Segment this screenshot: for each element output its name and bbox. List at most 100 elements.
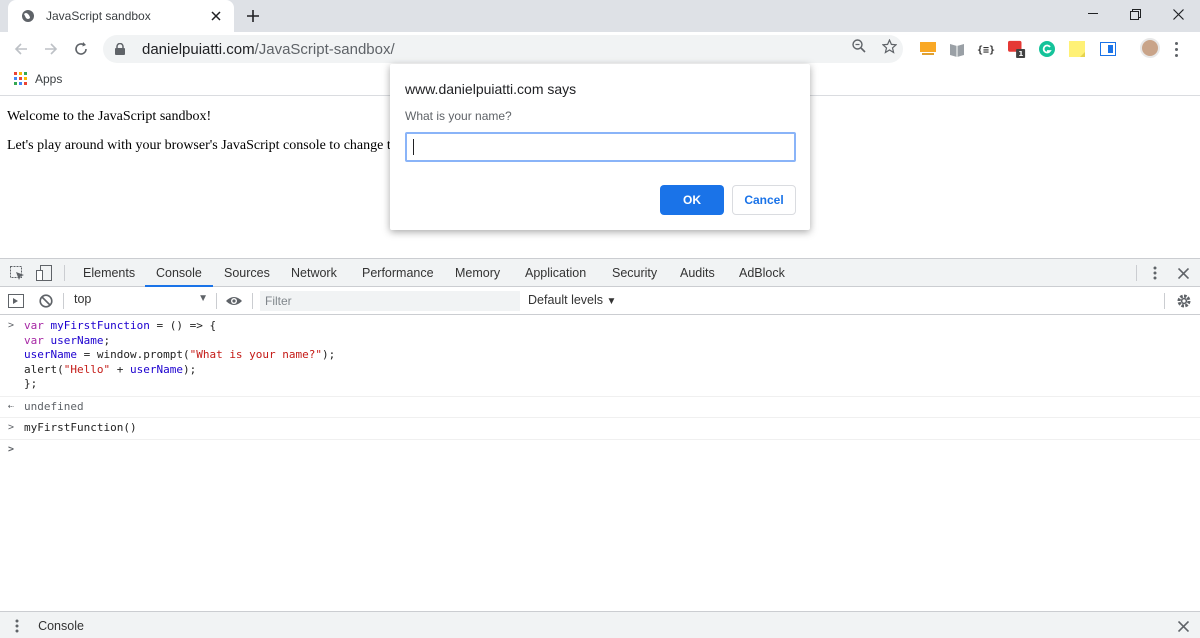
code-text: + [110,362,130,376]
code-line: userName = window.prompt("What is your n… [24,348,1200,363]
filter-input[interactable] [260,291,520,311]
tab-audits[interactable]: Audits [680,259,715,287]
code-line: var userName; [24,334,1200,349]
extension-reader-icon[interactable] [948,40,966,58]
console-prompt[interactable]: > [0,440,1200,462]
extension-slides-icon[interactable] [919,40,937,58]
extension-grammarly-icon[interactable] [1038,40,1056,58]
tab-application[interactable]: Application [525,259,586,287]
cancel-button[interactable]: Cancel [732,185,796,215]
code-text: alert( [24,362,64,376]
svg-text:{≡}: {≡} [977,45,995,56]
ok-button[interactable]: OK [660,185,724,215]
console-toolbar: top ▼ Default levels ▼ [0,287,1200,315]
tab-network[interactable]: Network [291,259,337,287]
svg-text:1: 1 [1018,49,1023,58]
log-levels-dropdown[interactable]: Default levels ▼ [528,293,616,307]
gear-icon[interactable] [1175,292,1193,310]
show-sidebar-icon[interactable] [7,292,25,310]
console-input-entry: > var myFirstFunction = () => { var user… [0,316,1200,397]
address-bar[interactable]: danielpuiatti.com/JavaScript-sandbox/ [103,35,903,63]
tab-security[interactable]: Security [612,259,657,287]
code-text: ); [182,362,197,376]
device-toolbar-icon[interactable] [35,264,53,282]
apps-icon[interactable] [14,72,27,85]
tab-elements[interactable]: Elements [83,259,135,287]
browser-toolbar: danielpuiatti.com/JavaScript-sandbox/ {≡… [0,32,1200,66]
code-line: alert("Hello" + userName); [24,363,1200,378]
url-path: /JavaScript-sandbox/ [254,40,395,58]
drawer-menu-icon[interactable] [8,617,26,635]
context-select[interactable]: top ▼ [66,292,212,310]
apps-link[interactable]: Apps [35,72,62,86]
url-text: danielpuiatti.com/JavaScript-sandbox/ [142,41,395,58]
devtools-panel: Elements Console Sources Network Perform… [0,258,1200,638]
tab-memory[interactable]: Memory [455,259,500,287]
toolbar-divider [216,293,217,309]
forward-icon[interactable] [39,38,63,60]
devtools-drawer: Console [0,611,1200,638]
profile-avatar[interactable] [1140,38,1160,58]
prompt-input[interactable] [405,132,796,162]
intro-text: Let's play around with your browser's Ja… [7,138,404,153]
tab-performance[interactable]: Performance [362,259,434,287]
restore-icon[interactable] [1113,0,1157,28]
toolbar-divider [64,265,65,281]
browser-menu-icon[interactable] [1172,40,1180,58]
extension-window-icon[interactable] [1099,40,1117,58]
back-icon[interactable] [9,38,33,60]
prompt-dialog: www.danielpuiatti.com says What is your … [390,64,810,230]
toolbar-divider [1164,293,1165,309]
extension-counter-icon[interactable]: 1 [1008,40,1026,58]
extension-json-icon[interactable]: {≡} [977,40,995,58]
eye-icon[interactable] [225,292,243,310]
context-value: top [74,292,92,306]
lock-icon[interactable] [113,42,127,56]
zoom-icon[interactable] [849,37,869,55]
code-string: "What is your name?" [189,348,323,361]
tab-console[interactable]: Console [145,259,213,287]
log-levels-label: Default levels [528,293,604,307]
bookmark-star-icon[interactable] [879,37,899,55]
devtools-close-icon[interactable] [1174,264,1192,282]
code-identifier: userName [24,348,77,361]
minimize-icon[interactable] [1071,0,1115,28]
code-identifier: userName [129,362,183,376]
code-line: }; [24,377,38,390]
console-output: > var myFirstFunction = () => { var user… [0,316,1200,462]
tab-sources[interactable]: Sources [224,259,270,287]
tab-strip: JavaScript sandbox [0,0,1200,32]
code-identifier: myFirstFunction [50,319,150,332]
drawer-close-icon[interactable] [1174,617,1192,635]
window-close-icon[interactable] [1156,0,1200,28]
welcome-text: Welcome to the JavaScript sandbox! [7,109,212,124]
url-host: danielpuiatti.com [142,40,255,58]
tab-adblock[interactable]: AdBlock [739,259,785,287]
dialog-title: www.danielpuiatti.com says [405,81,577,97]
chevron-right-icon: > [8,422,15,433]
devtools-tab-bar: Elements Console Sources Network Perform… [0,259,1200,287]
code-keyword: var [24,319,44,332]
new-tab-button[interactable] [242,6,264,26]
code-keyword: var [24,333,44,347]
code-text: = window.prompt( [76,348,190,361]
reload-icon[interactable] [69,38,93,60]
code-text: ; [103,333,111,347]
toolbar-divider [63,293,64,309]
drawer-tab-console[interactable]: Console [30,612,92,638]
extension-notes-icon[interactable] [1068,40,1086,58]
code-text: = () => { [149,319,217,332]
devtools-menu-icon[interactable] [1146,264,1164,282]
browser-tab[interactable]: JavaScript sandbox [8,0,234,32]
toolbar-divider [252,293,253,309]
inspect-element-icon[interactable] [8,264,26,282]
code-string: "Hello" [63,362,111,376]
console-command: myFirstFunction() [24,421,137,434]
tab-title: JavaScript sandbox [46,9,151,23]
result-value: undefined [24,399,84,413]
close-icon[interactable] [208,8,224,24]
code-identifier: userName [50,333,104,347]
clear-console-icon[interactable] [37,292,55,310]
toolbar-divider [1136,265,1137,281]
console-result-entry: ⇠ undefined [0,397,1200,418]
